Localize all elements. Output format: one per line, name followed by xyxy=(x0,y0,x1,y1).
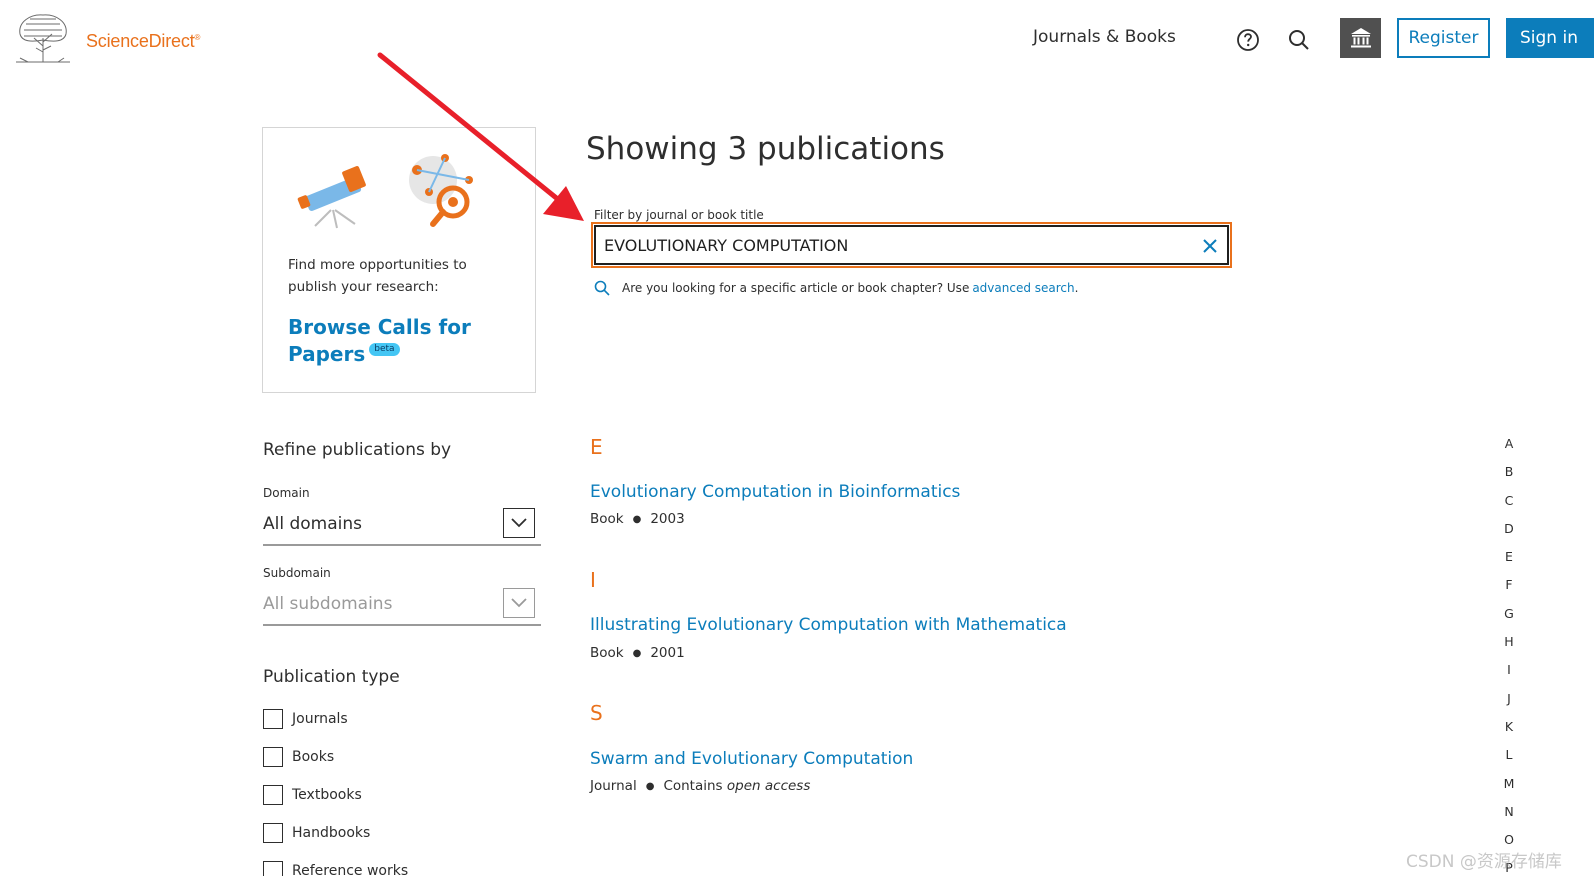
beta-badge: beta xyxy=(369,343,400,356)
alpha-link-e[interactable]: E xyxy=(1501,550,1517,578)
checkbox-label: Handbooks xyxy=(292,825,371,841)
telescope-icon xyxy=(297,166,366,229)
checkbox[interactable] xyxy=(263,785,283,805)
subdomain-dropdown-button[interactable] xyxy=(503,588,535,618)
nav-journals-books-link[interactable]: Journals & Books xyxy=(1033,27,1176,47)
checkbox[interactable] xyxy=(263,747,283,767)
result-title-link[interactable]: Illustrating Evolutionary Computation wi… xyxy=(590,615,1067,635)
help-icon[interactable] xyxy=(1236,28,1260,52)
alpha-link-k[interactable]: K xyxy=(1501,719,1517,748)
checkbox[interactable] xyxy=(263,709,283,729)
pubtype-journals-checkbox[interactable]: Journals xyxy=(263,709,348,729)
alpha-link-c[interactable]: C xyxy=(1501,493,1517,522)
result-title-link[interactable]: Swarm and Evolutionary Computation xyxy=(590,749,913,769)
hint-period: . xyxy=(1074,281,1079,295)
watermark: CSDN @资源存储库 xyxy=(1406,852,1562,872)
pubtype-reference-works-checkbox[interactable]: Reference works xyxy=(263,861,408,876)
sign-in-button[interactable]: Sign in xyxy=(1506,18,1594,58)
checkbox[interactable] xyxy=(263,861,283,876)
result-year: 2003 xyxy=(650,511,685,527)
letter-heading: I xyxy=(590,568,596,592)
network-target-icon xyxy=(409,154,473,227)
alpha-link-h[interactable]: H xyxy=(1501,635,1517,663)
domain-label: Domain xyxy=(263,486,310,500)
filter-input[interactable] xyxy=(604,235,1184,255)
promo-description: Find more opportunities to publish your … xyxy=(288,257,467,295)
result-year: 2001 xyxy=(650,645,685,661)
filter-label: Filter by journal or book title xyxy=(594,208,764,222)
advanced-search-link[interactable]: advanced search xyxy=(972,281,1074,295)
domain-select[interactable]: All domains xyxy=(263,508,541,546)
institution-icon xyxy=(1350,28,1371,48)
pubtype-textbooks-checkbox[interactable]: Textbooks xyxy=(263,785,362,805)
checkbox-label: Journals xyxy=(292,711,348,727)
alpha-link-a[interactable]: A xyxy=(1501,436,1517,465)
subdomain-label: Subdomain xyxy=(263,566,331,580)
advanced-search-hint: Are you looking for a specific article o… xyxy=(594,280,1078,296)
calls-for-papers-card: Find more opportunities to publish your … xyxy=(262,127,536,393)
institution-button[interactable] xyxy=(1340,18,1381,58)
chevron-down-icon xyxy=(511,518,527,528)
search-icon xyxy=(594,280,610,296)
alpha-link-f[interactable]: F xyxy=(1501,578,1517,606)
alpha-link-i[interactable]: I xyxy=(1501,663,1517,691)
result-type: Book xyxy=(590,645,624,661)
separator-dot: ● xyxy=(632,647,642,659)
alphabet-index: A B C D E F G H I J K L M N O P xyxy=(1501,436,1517,876)
result-access-prefix: Contains xyxy=(663,778,723,794)
result-meta: Journal ● Contains open access xyxy=(590,778,810,794)
clear-icon[interactable] xyxy=(1201,237,1219,255)
checkbox-label: Textbooks xyxy=(292,787,362,803)
separator-dot: ● xyxy=(632,513,642,525)
result-type: Book xyxy=(590,511,624,527)
pubtype-handbooks-checkbox[interactable]: Handbooks xyxy=(263,823,370,843)
chevron-down-icon xyxy=(511,598,527,608)
alpha-link-j[interactable]: J xyxy=(1501,691,1517,720)
domain-value: All domains xyxy=(263,514,363,534)
brand-name[interactable]: ScienceDirect® xyxy=(86,31,200,52)
result-type: Journal xyxy=(590,778,637,794)
refine-title: Refine publications by xyxy=(263,440,452,460)
letter-heading: S xyxy=(590,701,603,725)
alpha-link-l[interactable]: L xyxy=(1501,748,1517,776)
result-open-access: open access xyxy=(726,778,811,794)
subdomain-select[interactable]: All subdomains xyxy=(263,588,541,626)
search-icon[interactable] xyxy=(1288,29,1310,51)
page-title: Showing 3 publications xyxy=(586,131,945,167)
alpha-link-g[interactable]: G xyxy=(1501,606,1517,635)
separator-dot: ● xyxy=(645,780,655,792)
result-meta: Book ● 2003 xyxy=(590,511,685,527)
register-button[interactable]: Register xyxy=(1397,18,1490,58)
result-meta: Book ● 2001 xyxy=(590,645,685,661)
domain-dropdown-button[interactable] xyxy=(503,508,535,538)
result-title-link[interactable]: Evolutionary Computation in Bioinformati… xyxy=(590,482,960,502)
alpha-link-n[interactable]: N xyxy=(1501,804,1517,833)
checkbox-label: Reference works xyxy=(292,863,409,876)
browse-calls-for-papers-link[interactable]: Browse Calls for Papers beta xyxy=(288,314,518,368)
filter-field xyxy=(591,222,1232,268)
pubtype-books-checkbox[interactable]: Books xyxy=(263,747,334,767)
alpha-link-d[interactable]: D xyxy=(1501,521,1517,550)
publication-type-title: Publication type xyxy=(263,667,400,687)
checkbox[interactable] xyxy=(263,823,283,843)
subdomain-value: All subdomains xyxy=(263,594,393,614)
checkbox-label: Books xyxy=(292,749,335,765)
promo-illustration xyxy=(297,154,473,229)
alpha-link-m[interactable]: M xyxy=(1501,776,1517,805)
elsevier-tree-logo-icon[interactable] xyxy=(14,12,72,64)
letter-heading: E xyxy=(590,435,603,459)
hint-text: Are you looking for a specific article o… xyxy=(622,281,970,295)
alpha-link-b[interactable]: B xyxy=(1501,465,1517,493)
